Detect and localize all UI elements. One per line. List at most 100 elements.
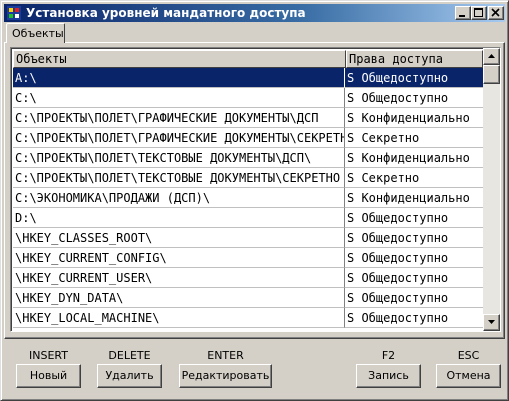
object-cell[interactable]: \HKEY_DYN_DATA\ (13, 288, 345, 308)
table-row[interactable]: \HKEY_DYN_DATA\ S Общедоступно (13, 288, 483, 308)
table-row[interactable]: \HKEY_CURRENT_USER\ S Общедоступно (13, 268, 483, 288)
object-path: D:\ (15, 211, 37, 225)
access-cell[interactable]: S Общедоступно (345, 68, 483, 88)
access-cell[interactable]: S Секретно (345, 128, 483, 148)
save-button[interactable]: Запись (356, 364, 421, 388)
access-level: S Секретно (347, 171, 420, 185)
column-header-objects[interactable]: Объекты (13, 50, 346, 68)
object-path: \HKEY_CURRENT_USER\ (15, 271, 153, 285)
access-level: S Общедоступно (347, 211, 449, 225)
object-cell[interactable]: C:\ПРОЕКТЫ\ПОЛЕТ\ГРАФИЧЕСКИЕ ДОКУМЕНТЫ\С… (13, 128, 345, 148)
new-button[interactable]: Новый (16, 364, 81, 388)
access-level: S Секретно (347, 131, 420, 145)
close-icon (491, 8, 500, 17)
table-row[interactable]: C:\ПРОЕКТЫ\ПОЛЕТ\ГРАФИЧЕСКИЕ ДОКУМЕНТЫ\Д… (13, 108, 483, 128)
object-cell[interactable]: A:\ (13, 68, 345, 88)
tab-panel: Объекты Права доступа A:\ S Общедоступно C… (4, 42, 505, 339)
arrow-up-icon (488, 54, 495, 58)
dialog-window: Установка уровней мандатного доступа Объ… (0, 0, 509, 401)
title-bar[interactable]: Установка уровней мандатного доступа (4, 4, 505, 22)
hotkey-f2: F2 (381, 349, 396, 362)
column-header-access[interactable]: Права доступа (346, 50, 483, 68)
object-path: C:\ (15, 91, 37, 105)
table-row[interactable]: C:\ S Общедоступно (13, 88, 483, 108)
object-path: C:\ЭКОНОМИКА\ПРОДАЖИ (ДСП)\ (15, 191, 211, 205)
tab-objects[interactable]: Объекты (6, 23, 65, 43)
access-cell[interactable]: S Конфиденциально (345, 188, 483, 208)
access-level: S Общедоступно (347, 311, 449, 325)
table-row[interactable]: \HKEY_CLASSES_ROOT\ S Общедоступно (13, 228, 483, 248)
table-row[interactable]: \HKEY_LOCAL_MACHINE\ S Общедоступно (13, 308, 483, 328)
access-level: S Общедоступно (347, 71, 449, 85)
object-path: \HKEY_CLASSES_ROOT\ (15, 231, 153, 245)
scroll-up-button[interactable] (483, 48, 500, 65)
window-title: Установка уровней мандатного доступа (26, 6, 306, 20)
object-cell[interactable]: \HKEY_LOCAL_MACHINE\ (13, 308, 345, 328)
table-row[interactable]: C:\ЭКОНОМИКА\ПРОДАЖИ (ДСП)\ S Конфиденциа… (13, 188, 483, 208)
object-cell[interactable]: \HKEY_CURRENT_USER\ (13, 268, 345, 288)
table-row[interactable]: C:\ПРОЕКТЫ\ПОЛЕТ\ТЕКСТОВЫЕ ДОКУМЕНТЫ\СЕК… (13, 168, 483, 188)
access-cell[interactable]: S Общедоступно (345, 288, 483, 308)
hotkey-esc: ESC (457, 349, 480, 362)
access-level: S Общедоступно (347, 251, 449, 265)
close-button[interactable] (488, 6, 504, 20)
access-cell[interactable]: S Конфиденциально (345, 108, 483, 128)
object-path: \HKEY_LOCAL_MACHINE\ (15, 311, 160, 325)
table-row[interactable]: D:\ S Общедоступно (13, 208, 483, 228)
hotkey-insert: INSERT (29, 349, 68, 362)
access-cell[interactable]: S Общедоступно (345, 228, 483, 248)
object-cell[interactable]: C:\ЭКОНОМИКА\ПРОДАЖИ (ДСП)\ (13, 188, 345, 208)
column-header-objects-label: Объекты (16, 52, 67, 66)
arrow-down-icon (488, 320, 495, 324)
object-path: C:\ПРОЕКТЫ\ПОЛЕТ\ТЕКСТОВЫЕ ДОКУМЕНТЫ\ДСП… (15, 151, 312, 165)
access-cell[interactable]: S Конфиденциально (345, 148, 483, 168)
vertical-scrollbar[interactable] (483, 48, 500, 331)
app-icon (6, 5, 22, 21)
object-path: \HKEY_DYN_DATA\ (15, 291, 124, 305)
access-level: S Конфиденциально (347, 191, 470, 205)
access-level: S Конфиденциально (347, 151, 470, 165)
access-level: S Общедоступно (347, 231, 449, 245)
object-cell[interactable]: D:\ (13, 208, 345, 228)
object-cell[interactable]: C:\ (13, 88, 345, 108)
table-row[interactable]: C:\ПРОЕКТЫ\ПОЛЕТ\ТЕКСТОВЫЕ ДОКУМЕНТЫ\ДСП… (13, 148, 483, 168)
object-path: A:\ (15, 71, 37, 85)
grid-rows: A:\ S Общедоступно C:\ S Общедоступно C:\ПРО… (13, 68, 483, 328)
maximize-button[interactable] (471, 6, 487, 20)
edit-button[interactable]: Редактировать (179, 364, 272, 388)
access-cell[interactable]: S Общедоступно (345, 248, 483, 268)
minimize-icon (459, 15, 465, 17)
delete-button[interactable]: Удалить (97, 364, 162, 388)
cancel-button[interactable]: Отмена (436, 364, 501, 388)
access-cell[interactable]: S Секретно (345, 168, 483, 188)
access-level: S Конфиденциально (347, 111, 470, 125)
access-cell[interactable]: S Общедоступно (345, 208, 483, 228)
table-row[interactable]: C:\ПРОЕКТЫ\ПОЛЕТ\ГРАФИЧЕСКИЕ ДОКУМЕНТЫ\С… (13, 128, 483, 148)
scroll-thumb[interactable] (483, 65, 500, 84)
maximize-icon (474, 8, 483, 17)
hotkey-delete: DELETE (108, 349, 151, 362)
tab-objects-label: Объекты (12, 27, 64, 40)
minimize-button[interactable] (455, 6, 471, 20)
access-cell[interactable]: S Общедоступно (345, 268, 483, 288)
object-cell[interactable]: \HKEY_CURRENT_CONFIG\ (13, 248, 345, 268)
access-level: S Общедоступно (347, 91, 449, 105)
table-row[interactable]: \HKEY_CURRENT_CONFIG\ S Общедоступно (13, 248, 483, 268)
objects-grid[interactable]: Объекты Права доступа A:\ S Общедоступно C… (10, 47, 501, 332)
object-cell[interactable]: C:\ПРОЕКТЫ\ПОЛЕТ\ТЕКСТОВЫЕ ДОКУМЕНТЫ\ДСП… (13, 148, 345, 168)
object-path: \HKEY_CURRENT_CONFIG\ (15, 251, 167, 265)
access-level: S Общедоступно (347, 271, 449, 285)
object-path: C:\ПРОЕКТЫ\ПОЛЕТ\ГРАФИЧЕСКИЕ ДОКУМЕНТЫ\Д… (15, 111, 319, 125)
object-path: C:\ПРОЕКТЫ\ПОЛЕТ\ГРАФИЧЕСКИЕ ДОКУМЕНТЫ\С… (15, 131, 345, 145)
column-header-access-label: Права доступа (349, 52, 443, 66)
object-cell[interactable]: C:\ПРОЕКТЫ\ПОЛЕТ\ГРАФИЧЕСКИЕ ДОКУМЕНТЫ\Д… (13, 108, 345, 128)
hotkey-enter: ENTER (207, 349, 244, 362)
object-path: C:\ПРОЕКТЫ\ПОЛЕТ\ТЕКСТОВЫЕ ДОКУМЕНТЫ\СЕК… (15, 171, 341, 185)
object-cell[interactable]: C:\ПРОЕКТЫ\ПОЛЕТ\ТЕКСТОВЫЕ ДОКУМЕНТЫ\СЕК… (13, 168, 345, 188)
access-cell[interactable]: S Общедоступно (345, 88, 483, 108)
object-cell[interactable]: \HKEY_CLASSES_ROOT\ (13, 228, 345, 248)
access-cell[interactable]: S Общедоступно (345, 308, 483, 328)
scroll-down-button[interactable] (483, 314, 500, 331)
table-row[interactable]: A:\ S Общедоступно (13, 68, 483, 88)
access-level: S Общедоступно (347, 291, 449, 305)
